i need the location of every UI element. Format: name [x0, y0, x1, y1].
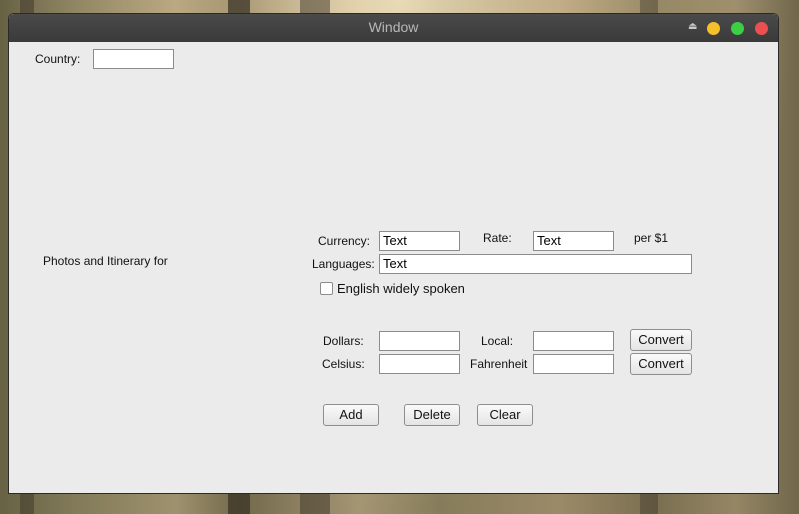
rate-label: Rate: — [483, 231, 512, 245]
title-bar[interactable]: Window ⏏ — [9, 14, 778, 42]
close-button[interactable] — [755, 22, 768, 35]
add-button[interactable]: Add — [323, 404, 379, 426]
celsius-field[interactable] — [379, 354, 460, 374]
fahrenheit-field[interactable] — [533, 354, 614, 374]
english-spoken-label[interactable]: English widely spoken — [337, 281, 465, 296]
local-field[interactable] — [533, 331, 614, 351]
country-field[interactable] — [93, 49, 174, 69]
currency-label: Currency: — [318, 234, 371, 248]
rate-field[interactable]: Text — [533, 231, 614, 251]
photos-itinerary-label: Photos and Itinerary for — [43, 254, 168, 268]
eject-icon[interactable]: ⏏ — [688, 21, 697, 32]
country-label: Country: — [35, 52, 81, 66]
dollars-label: Dollars: — [323, 334, 364, 348]
window-title: Window — [368, 19, 419, 35]
local-label: Local: — [481, 334, 514, 348]
maximize-button[interactable] — [731, 22, 744, 35]
dollars-field[interactable] — [379, 331, 460, 351]
currency-field[interactable]: Text — [379, 231, 460, 251]
languages-field[interactable]: Text — [379, 254, 692, 274]
convert-currency-button[interactable]: Convert — [630, 329, 692, 351]
clear-button[interactable]: Clear — [477, 404, 533, 426]
delete-button[interactable]: Delete — [404, 404, 460, 426]
english-spoken-checkbox[interactable] — [320, 282, 333, 295]
per-dollar-label: per $1 — [634, 231, 669, 245]
fahrenheit-label: Fahrenheit — [470, 357, 528, 371]
minimize-button[interactable] — [707, 22, 720, 35]
languages-label: Languages: — [312, 257, 375, 271]
convert-temperature-button[interactable]: Convert — [630, 353, 692, 375]
app-window: Window ⏏ Country: Photos and Itinerary f… — [8, 13, 779, 494]
celsius-label: Celsius: — [322, 357, 365, 371]
